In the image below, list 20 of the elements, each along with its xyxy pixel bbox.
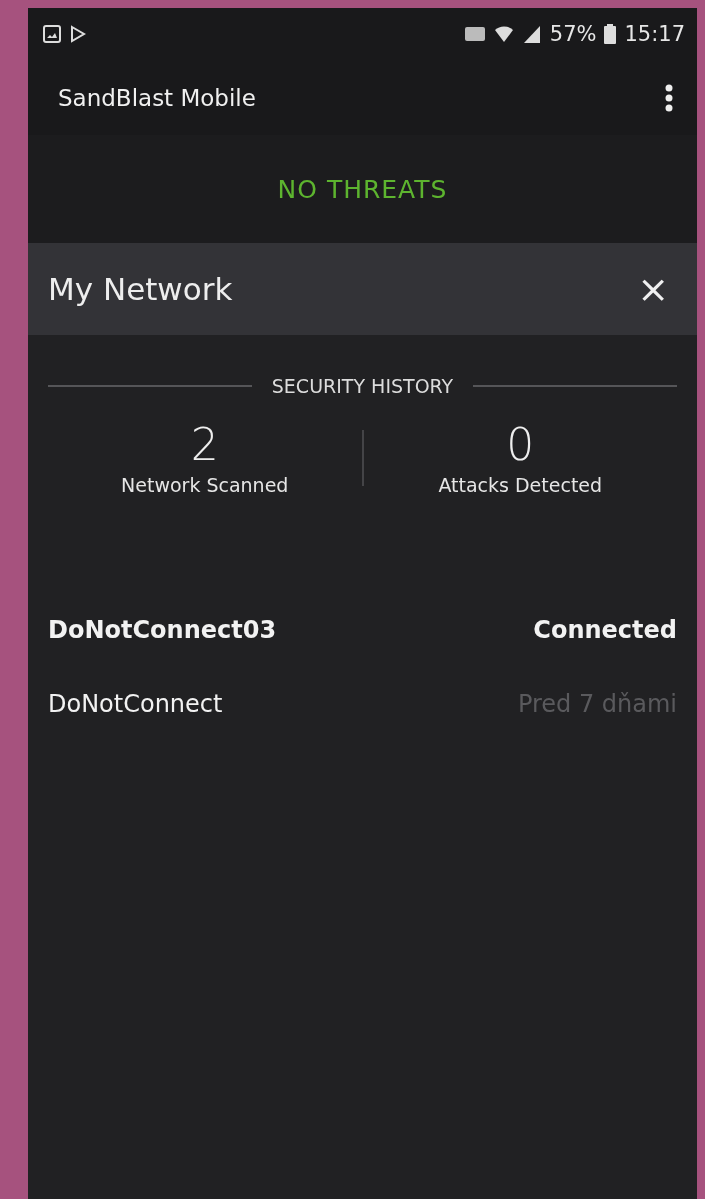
network-name: DoNotConnect03 <box>48 616 277 644</box>
battery-percent: 57% <box>549 22 597 46</box>
threat-status: NO THREATS <box>277 174 448 204</box>
network-status: Connected <box>533 616 677 644</box>
stat-value: 2 <box>190 419 219 470</box>
signal-icon <box>521 24 542 44</box>
clock-time: 15:17 <box>624 22 685 46</box>
app-title: SandBlast Mobile <box>58 84 256 111</box>
panel-title: My Network <box>48 271 233 307</box>
close-button[interactable]: × <box>633 267 673 311</box>
network-name: DoNotConnect <box>48 690 223 718</box>
stat-label: Network Scanned <box>121 474 289 496</box>
more-vertical-icon <box>665 83 673 112</box>
stat-label: Attacks Detected <box>438 474 603 496</box>
battery-icon <box>604 24 617 44</box>
section-heading: SECURITY HISTORY <box>271 375 454 397</box>
stat-value: 0 <box>506 419 535 470</box>
gallery-icon <box>42 24 62 44</box>
network-status: Pred 7 dňami <box>517 690 677 718</box>
wifi-icon <box>493 24 514 44</box>
